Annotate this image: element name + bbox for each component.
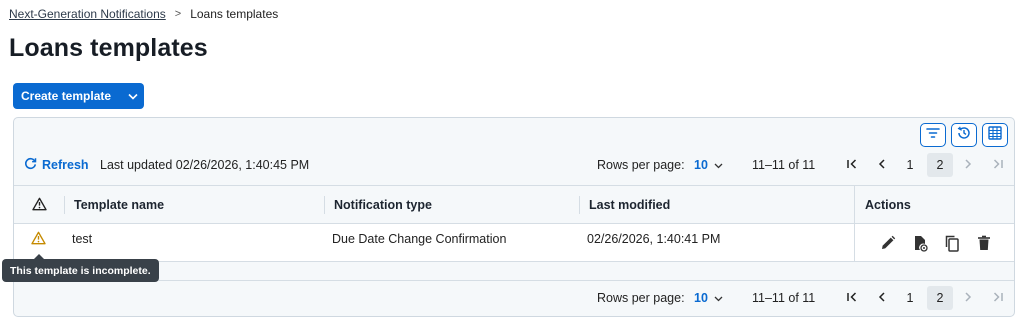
warning-icon bbox=[32, 197, 47, 214]
page-button-1[interactable]: 1 bbox=[897, 153, 923, 177]
column-header-label: Last modified bbox=[589, 198, 671, 212]
actions-column bbox=[854, 185, 1016, 262]
history-button[interactable] bbox=[951, 123, 977, 147]
breadcrumb: Next-Generation Notifications > Loans te… bbox=[9, 7, 278, 21]
create-template-label: Create template bbox=[21, 89, 112, 103]
cell-notification-type: Due Date Change Confirmation bbox=[332, 232, 507, 246]
column-header-notification-type[interactable]: Notification type bbox=[324, 186, 432, 224]
refresh-label: Refresh bbox=[42, 158, 89, 172]
pagination-range: 11–11 of 11 bbox=[752, 291, 816, 305]
last-updated: Last updated 02/26/2026, 1:40:45 PM bbox=[100, 158, 309, 172]
first-page-button[interactable] bbox=[837, 286, 867, 310]
breadcrumb-link-notifications[interactable]: Next-Generation Notifications bbox=[9, 7, 166, 21]
refresh-icon bbox=[24, 157, 37, 173]
refresh-button[interactable]: Refresh bbox=[24, 157, 89, 173]
warning-column-header bbox=[32, 186, 47, 224]
column-divider bbox=[64, 196, 65, 214]
chevron-down-icon bbox=[714, 158, 723, 172]
prev-page-button[interactable] bbox=[867, 286, 897, 310]
tooltip-arrow bbox=[34, 254, 44, 259]
create-template-button[interactable]: Create template bbox=[13, 83, 144, 109]
table-toolbar: Refresh Last updated 02/26/2026, 1:40:45… bbox=[14, 152, 1014, 178]
warning-icon[interactable] bbox=[31, 231, 46, 248]
last-page-icon bbox=[992, 291, 1004, 306]
page-button-1[interactable]: 1 bbox=[897, 286, 923, 310]
templates-panel: Refresh Last updated 02/26/2026, 1:40:45… bbox=[13, 117, 1015, 317]
incomplete-template-tooltip: This template is incomplete. bbox=[2, 254, 159, 282]
pagination-top: Rows per page: 10 11–11 of 11 1 2 bbox=[597, 153, 1013, 177]
preview-icon[interactable] bbox=[911, 234, 929, 252]
next-page-button[interactable] bbox=[953, 153, 983, 177]
edit-icon[interactable] bbox=[879, 234, 897, 252]
columns-button[interactable] bbox=[982, 123, 1008, 147]
column-header-label: Template name bbox=[74, 198, 165, 212]
column-header-last-modified[interactable]: Last modified bbox=[579, 186, 670, 224]
breadcrumb-separator: > bbox=[174, 8, 182, 20]
chevron-down-icon bbox=[122, 93, 144, 100]
history-icon bbox=[956, 125, 972, 146]
table-footer: Rows per page: 10 11–11 of 11 1 2 bbox=[14, 280, 1014, 316]
row-actions bbox=[879, 234, 993, 252]
delete-icon[interactable] bbox=[975, 234, 993, 252]
column-divider bbox=[324, 196, 325, 214]
pagination-bottom: Rows per page: 10 11–11 of 11 1 2 bbox=[597, 286, 1013, 310]
last-updated-value: 02/26/2026, 1:40:45 PM bbox=[175, 158, 310, 172]
last-updated-label: Last updated bbox=[100, 158, 173, 172]
first-page-icon bbox=[846, 291, 858, 306]
next-page-button[interactable] bbox=[953, 286, 983, 310]
columns-icon bbox=[988, 125, 1002, 145]
page-button-2[interactable]: 2 bbox=[927, 286, 953, 310]
breadcrumb-current: Loans templates bbox=[190, 7, 279, 21]
rows-per-page-value: 10 bbox=[694, 291, 708, 305]
rows-per-page-select[interactable]: 10 bbox=[694, 291, 752, 305]
pagination-range: 11–11 of 11 bbox=[752, 158, 816, 172]
last-page-icon bbox=[992, 158, 1004, 173]
page-button-2[interactable]: 2 bbox=[927, 153, 953, 177]
last-page-button[interactable] bbox=[983, 286, 1013, 310]
rows-per-page-value: 10 bbox=[694, 158, 708, 172]
prev-page-button[interactable] bbox=[867, 153, 897, 177]
chevron-right-icon bbox=[963, 291, 973, 306]
filter-icon bbox=[926, 126, 940, 144]
column-header-label: Notification type bbox=[334, 198, 432, 212]
templates-table: Template name Notification type Last mod… bbox=[14, 185, 1016, 310]
last-page-button[interactable] bbox=[983, 153, 1013, 177]
column-divider bbox=[579, 196, 580, 214]
rows-per-page-select[interactable]: 10 bbox=[694, 158, 752, 172]
rows-per-page-label: Rows per page: bbox=[597, 291, 685, 305]
chevron-down-icon bbox=[714, 291, 723, 305]
rows-per-page-label: Rows per page: bbox=[597, 158, 685, 172]
first-page-icon bbox=[846, 158, 858, 173]
filter-button[interactable] bbox=[920, 123, 946, 147]
tooltip-text: This template is incomplete. bbox=[10, 264, 151, 277]
column-header-template-name[interactable]: Template name bbox=[64, 186, 164, 224]
first-page-button[interactable] bbox=[837, 153, 867, 177]
chevron-right-icon bbox=[963, 158, 973, 173]
page-title: Loans templates bbox=[9, 34, 208, 62]
cell-template-name: test bbox=[72, 232, 93, 246]
table-tools bbox=[920, 123, 1008, 147]
chevron-left-icon bbox=[877, 158, 887, 173]
chevron-left-icon bbox=[877, 291, 887, 306]
cell-last-modified: 02/26/2026, 1:40:41 PM bbox=[587, 232, 721, 246]
row-warning-cell[interactable] bbox=[31, 224, 46, 254]
copy-icon[interactable] bbox=[943, 234, 961, 252]
